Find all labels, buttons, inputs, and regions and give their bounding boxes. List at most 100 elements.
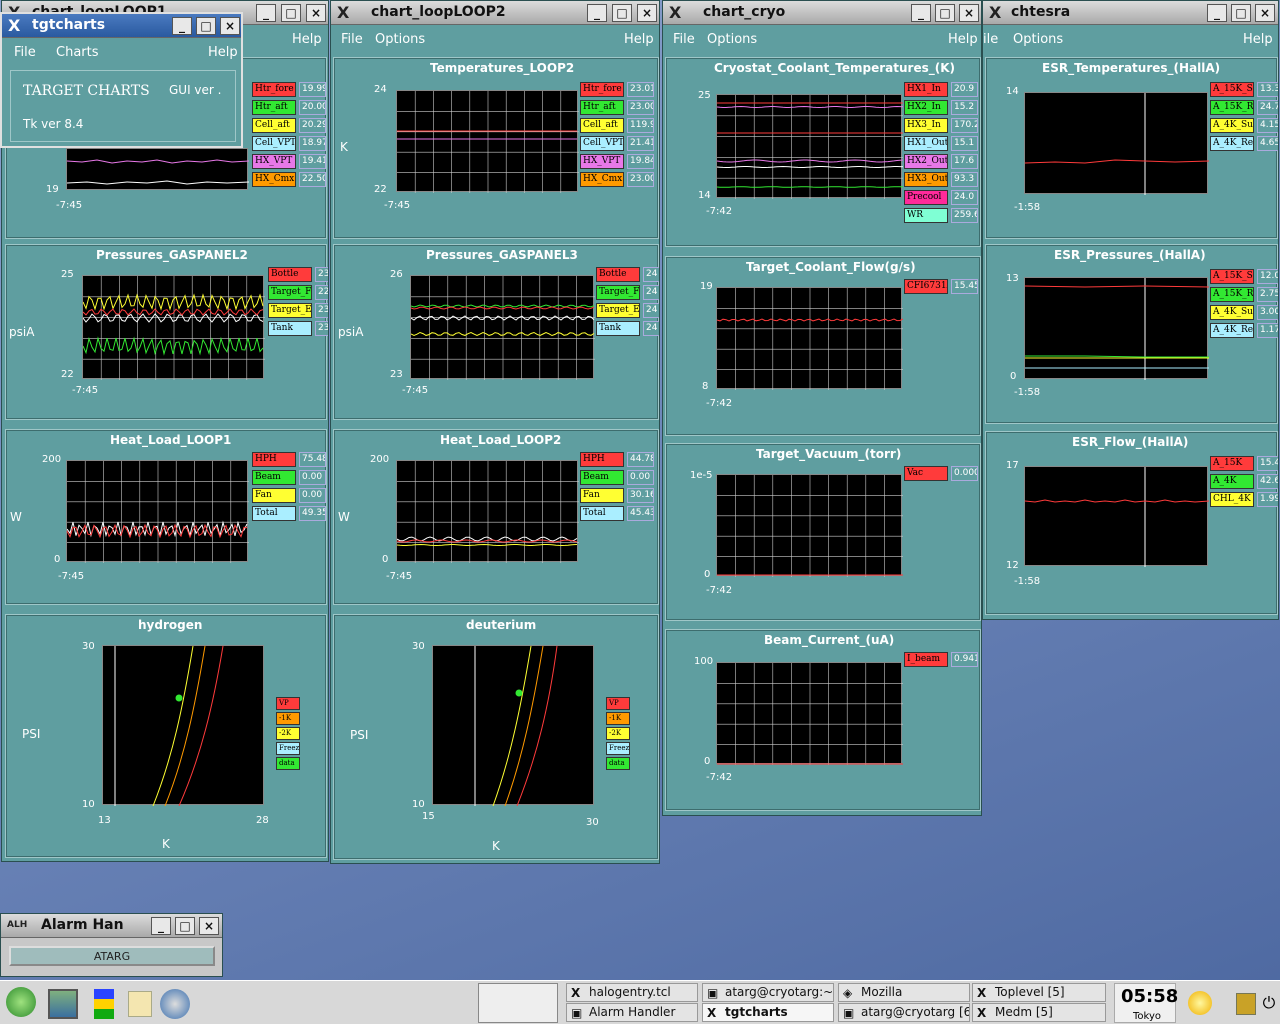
legend-label[interactable]: Freeze <box>276 742 300 755</box>
legend-label[interactable]: HX_VPT <box>252 154 296 169</box>
legend-label[interactable]: HX_VPT <box>580 154 624 169</box>
taskbar-item[interactable]: ◈ Mozilla <box>838 983 970 1002</box>
minimize-button[interactable]: _ <box>151 917 171 935</box>
legend-label[interactable]: Total <box>580 506 624 521</box>
legend-label[interactable]: Fan <box>580 488 624 503</box>
loop2-titlebar[interactable]: X chart_loopLOOP2 _ □ × <box>331 1 659 25</box>
close-button[interactable]: × <box>220 17 240 35</box>
taskbar-item[interactable]: ▣ Alarm Handler <box>566 1003 698 1022</box>
minimize-button[interactable]: _ <box>172 17 192 35</box>
options-menu[interactable]: Options <box>1013 32 1063 47</box>
legend-label[interactable]: data <box>606 757 630 770</box>
close-button[interactable]: × <box>1255 4 1275 22</box>
virtual-desktop-pager[interactable] <box>478 983 558 1023</box>
legend-label[interactable]: A_4K_Su <box>1210 305 1254 320</box>
maximize-button[interactable]: □ <box>935 4 955 22</box>
desktop-icon[interactable] <box>48 989 78 1019</box>
legend-label[interactable]: Target_Ex <box>596 303 640 318</box>
legend-label[interactable]: A_15K_S <box>1210 269 1254 284</box>
atarg-alarm-button[interactable]: ATARG <box>9 946 215 966</box>
legend-label[interactable]: HPH <box>252 452 296 467</box>
legend-label[interactable]: Cell_aft <box>580 118 624 133</box>
legend-label[interactable]: -1K <box>606 712 630 725</box>
legend-label[interactable]: A_4K_Su <box>1210 118 1254 133</box>
minimize-button[interactable]: _ <box>911 4 931 22</box>
minimize-button[interactable]: _ <box>587 4 607 22</box>
legend-label[interactable]: A_4K_Re <box>1210 323 1254 338</box>
help-menu[interactable]: Help <box>624 32 654 47</box>
legend-label[interactable]: Vac <box>904 466 948 481</box>
konqueror-icon[interactable] <box>128 991 152 1017</box>
legend-label[interactable]: Htr_fore <box>252 82 296 97</box>
taskbar-item[interactable]: ▣ atarg@cryotarg [6] <box>838 1003 970 1022</box>
close-button[interactable]: × <box>959 4 979 22</box>
legend-label[interactable]: HX1_In <box>904 82 948 97</box>
legend-label[interactable]: A_15K_R <box>1210 287 1254 302</box>
maximize-button[interactable]: □ <box>175 917 195 935</box>
legend-label[interactable]: HX3_Out <box>904 172 948 187</box>
legend-label[interactable]: Beam <box>580 470 624 485</box>
close-button[interactable]: × <box>306 4 326 22</box>
options-menu[interactable]: Options <box>707 32 757 47</box>
legend-label[interactable]: -2K <box>276 727 300 740</box>
legend-label[interactable]: Htr_fore <box>580 82 624 97</box>
legend-label[interactable]: -1K <box>276 712 300 725</box>
legend-label[interactable]: A_4K_Re <box>1210 136 1254 151</box>
maximize-button[interactable]: □ <box>281 4 301 22</box>
cryo-window[interactable]: X chart_cryo _ □ × File Options Help Cry… <box>662 0 982 816</box>
legend-label[interactable]: HX1_Out <box>904 136 948 151</box>
minimize-button[interactable]: _ <box>1207 4 1227 22</box>
legend-label[interactable]: Target_Fi <box>268 285 312 300</box>
legend-label[interactable]: Fan <box>252 488 296 503</box>
legend-label[interactable]: Bottle <box>268 267 312 282</box>
legend-label[interactable]: Freeze <box>606 742 630 755</box>
cryo-titlebar[interactable]: X chart_cryo _ □ × <box>663 1 981 25</box>
help-menu[interactable]: Help <box>1243 32 1273 47</box>
legend-label[interactable]: VP <box>606 697 630 710</box>
taskbar-item[interactable]: Xhalogentry.tcl <box>566 983 698 1002</box>
file-menu[interactable]: ile <box>983 32 998 47</box>
legend-label[interactable]: Htr_aft <box>252 100 296 115</box>
legend-label[interactable]: WR <box>904 208 948 223</box>
taskbar-item[interactable]: Xtgtcharts <box>702 1003 834 1022</box>
legend-label[interactable]: A_15K_S <box>1210 82 1254 97</box>
legend-label[interactable]: A_4K <box>1210 474 1254 489</box>
taskbar-item[interactable]: X Toplevel [5] <box>972 983 1106 1002</box>
legend-label[interactable]: A_15K_R <box>1210 100 1254 115</box>
legend-label[interactable]: -2K <box>606 727 630 740</box>
sun-icon[interactable] <box>1188 991 1212 1015</box>
charts-menu[interactable]: Charts <box>56 45 99 60</box>
taskbar-item[interactable]: X Medm [5] <box>972 1003 1106 1022</box>
help-menu[interactable]: Help <box>292 32 322 47</box>
maximize-button[interactable]: □ <box>196 17 216 35</box>
alarm-handler-window[interactable]: ALH Alarm Han _ □ × ATARG <box>0 913 223 977</box>
legend-label[interactable]: HX_Cmx <box>252 172 296 187</box>
web-browser-icon[interactable] <box>160 989 190 1019</box>
start-menu-icon[interactable] <box>6 987 36 1017</box>
legend-label[interactable]: HPH <box>580 452 624 467</box>
taskbar-item[interactable]: ▣ atarg@cryotarg:~ <box>702 983 834 1002</box>
legend-label[interactable]: VP <box>276 697 300 710</box>
legend-label[interactable]: Cell_VPT <box>580 136 624 151</box>
close-button[interactable]: × <box>637 4 657 22</box>
loop2-window[interactable]: X chart_loopLOOP2 _ □ × File Options Hel… <box>330 0 660 864</box>
file-menu[interactable]: File <box>341 32 363 47</box>
close-button[interactable]: × <box>199 917 219 935</box>
logout-icon[interactable]: ⏻ <box>1262 993 1276 1015</box>
legend-label[interactable]: HX2_Out <box>904 154 948 169</box>
file-menu[interactable]: File <box>673 32 695 47</box>
file-menu[interactable]: File <box>14 45 36 60</box>
minimize-button[interactable]: _ <box>256 4 276 22</box>
maximize-button[interactable]: □ <box>612 4 632 22</box>
legend-label[interactable]: Tank <box>268 321 312 336</box>
legend-label[interactable]: Cell_aft <box>252 118 296 133</box>
help-menu[interactable]: Help <box>208 45 238 60</box>
legend-label[interactable]: Htr_aft <box>580 100 624 115</box>
clock-panel[interactable]: 05:58 Tokyo <box>1114 983 1178 1023</box>
legend-label[interactable]: Target_Fi <box>596 285 640 300</box>
legend-label[interactable]: A_15K <box>1210 456 1254 471</box>
office-icon[interactable] <box>94 989 114 1019</box>
esr-titlebar[interactable]: X chtesra _ □ × <box>983 1 1278 25</box>
legend-label[interactable]: HX2_In <box>904 100 948 115</box>
legend-label[interactable]: Cell_VPT <box>252 136 296 151</box>
